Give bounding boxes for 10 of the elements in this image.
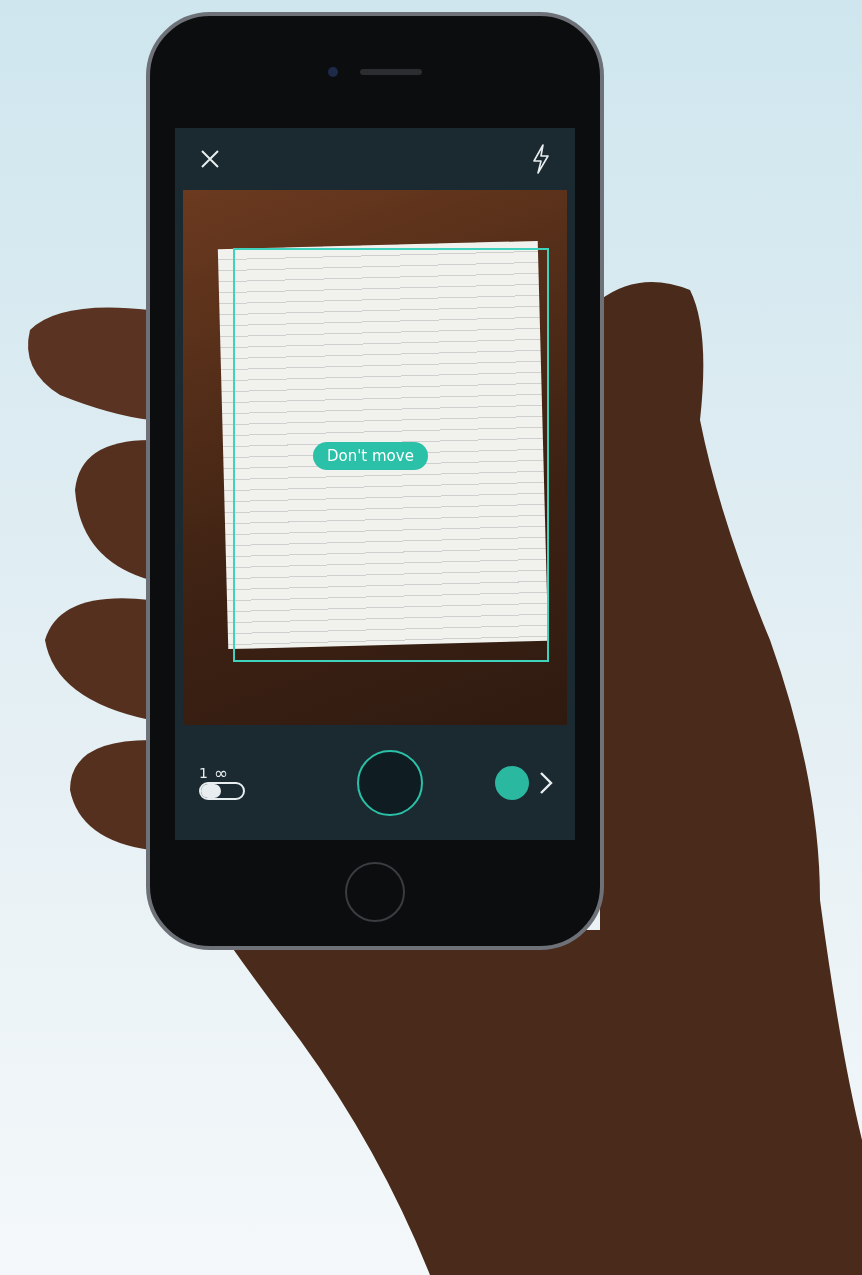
scan-thumbnail[interactable] — [495, 765, 529, 800]
chevron-right-icon[interactable] — [539, 770, 553, 795]
multi-mode-label: ∞ — [213, 765, 229, 780]
front-camera-icon — [328, 67, 338, 77]
flash-button[interactable] — [531, 144, 551, 174]
single-mode-label: 1 — [199, 765, 208, 780]
close-button[interactable] — [199, 148, 221, 170]
dont-move-label: Don't move — [313, 442, 428, 470]
mode-toggle[interactable] — [199, 781, 245, 800]
speaker-grille — [360, 69, 422, 75]
